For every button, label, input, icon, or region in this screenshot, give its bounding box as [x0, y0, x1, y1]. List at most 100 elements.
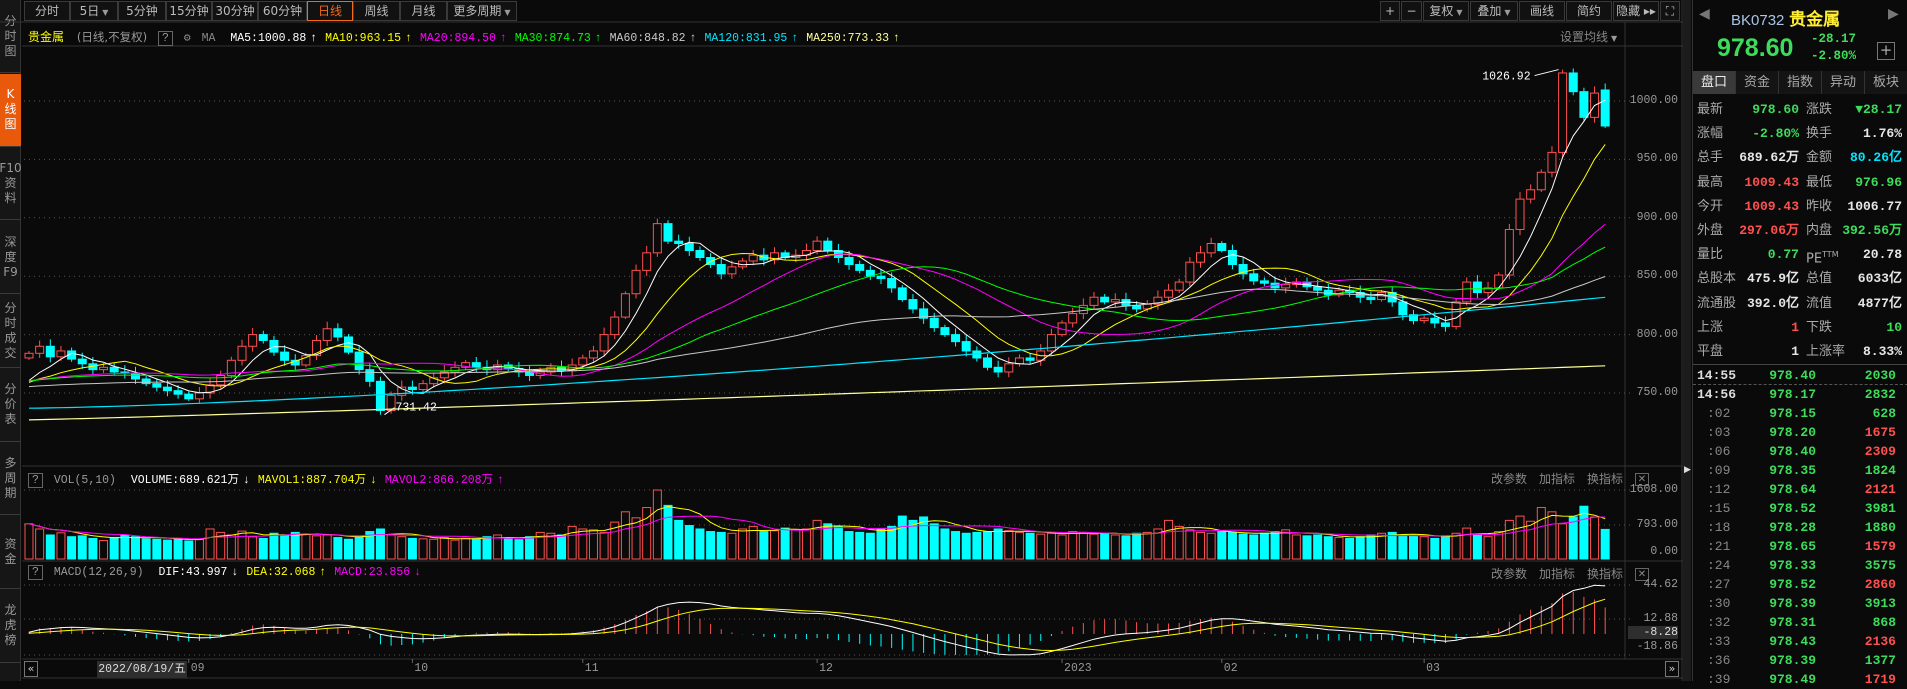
volume-bar — [1164, 519, 1174, 560]
stat-label-text: 下跌 — [1806, 319, 1833, 335]
volume-bar — [567, 525, 577, 560]
volume-bar — [386, 534, 396, 560]
ma60-line — [28, 276, 1606, 388]
stat-label: 下跌 — [1806, 316, 1832, 340]
candle-body-up — [1536, 171, 1546, 191]
stat-label-text: 昨收 — [1806, 198, 1833, 214]
tick-volume: 2832 — [1864, 387, 1896, 402]
stat-label: 涨跌 — [1806, 98, 1832, 122]
candle — [833, 243, 843, 263]
tick-volume: 1675 — [1864, 425, 1896, 440]
month-label: 11 — [584, 662, 599, 675]
stat-label-text: 最低 — [1806, 174, 1833, 190]
scroll-right-button[interactable]: » — [1665, 661, 1679, 677]
candle — [1504, 223, 1514, 280]
candle-body-up — [24, 352, 34, 359]
scroll-left-button[interactable]: « — [24, 661, 38, 677]
volume-bar — [152, 538, 162, 560]
add-indicator-button[interactable]: 加指标 — [1539, 472, 1575, 486]
candle — [1526, 184, 1536, 204]
candle-body-up — [1078, 304, 1088, 315]
tick-volume: 3575 — [1864, 558, 1896, 573]
volume-bar — [684, 525, 694, 560]
candle — [258, 330, 268, 344]
candle — [1281, 277, 1291, 294]
collapse-arrow-icon[interactable]: ▶ — [1684, 465, 1691, 475]
tick-volume: 2309 — [1864, 444, 1896, 459]
volume-bar — [344, 538, 353, 560]
quote-panel: ◀ ▶ BK0732 贵金属 978.60 -28.17 -2.80% + 盘口… — [1692, 0, 1907, 687]
tick-price: 978.49 — [1769, 672, 1816, 687]
volume-bar — [1377, 532, 1387, 560]
prev-security-icon[interactable]: ◀ — [1699, 6, 1710, 22]
tab-index[interactable]: 指数 — [1779, 71, 1822, 94]
security-name: 贵金属 — [1789, 10, 1841, 30]
tick-row: :02 978.15 628 — [1693, 404, 1907, 423]
tab-sector[interactable]: 板块 — [1865, 71, 1907, 94]
volume-bar — [801, 528, 811, 560]
stat-value: 4877亿 — [1857, 295, 1902, 311]
candle-body-down — [1227, 250, 1237, 266]
candle — [269, 335, 279, 356]
candle — [141, 375, 151, 387]
switch-indicator-button[interactable]: 换指标 — [1587, 567, 1623, 581]
tick-volume: 3913 — [1864, 596, 1896, 611]
tab-movement[interactable]: 异动 — [1822, 71, 1865, 94]
candle — [1323, 283, 1333, 300]
trend-arrow-icon: ↑ — [791, 32, 799, 45]
volume-bar — [269, 532, 279, 560]
candle-body-up — [1206, 242, 1216, 254]
candle — [695, 246, 705, 261]
switch-indicator-button[interactable]: 换指标 — [1587, 472, 1623, 486]
volume-bar — [578, 528, 588, 560]
add-indicator-button[interactable]: 加指标 — [1539, 567, 1575, 581]
vol-help-icon[interactable]: ? — [28, 473, 43, 488]
volume-bar — [727, 532, 737, 560]
volume-bar — [674, 519, 684, 560]
volume-bar — [1121, 535, 1131, 560]
candle-body-down — [940, 327, 950, 336]
gear-icon[interactable]: ⚙ — [184, 32, 191, 45]
candle — [1547, 146, 1557, 178]
candle-body-down — [908, 299, 918, 310]
stat-value: 80.26亿 — [1849, 150, 1902, 166]
tick-price: 978.17 — [1769, 387, 1816, 402]
tick-volume: 628 — [1872, 406, 1896, 421]
macd-header: ? MACD(12,26,9) DIF:43.997 ↓ DEA:32.068 ↑ MA… — [28, 565, 421, 580]
indicator-value: VOLUME:689.621万 — [130, 474, 239, 487]
volume-bar — [759, 531, 769, 560]
volume-bar — [1259, 532, 1269, 560]
tick-row: :30 978.39 3913 — [1693, 594, 1907, 613]
volume-bar — [1110, 534, 1120, 560]
tick-time: :33 — [1707, 634, 1731, 649]
tab-capital[interactable]: 资金 — [1736, 71, 1779, 94]
next-security-icon[interactable]: ▶ — [1888, 6, 1899, 22]
edit-params-button[interactable]: 改参数 — [1491, 472, 1527, 486]
pct-change: -2.80% — [1811, 49, 1857, 63]
help-icon[interactable]: ? — [157, 31, 173, 46]
add-watchlist-button[interactable]: + — [1877, 42, 1895, 60]
ma-settings-button[interactable]: 设置均线 ▼ — [1560, 28, 1617, 45]
stat-value: 392.56万 — [1842, 223, 1902, 238]
volume-bar — [194, 538, 204, 560]
volume-bar — [897, 515, 907, 560]
candle-body-up — [1174, 281, 1184, 291]
volume-bar — [141, 538, 151, 560]
candle — [1217, 241, 1227, 253]
volume-bar — [706, 531, 716, 560]
macd-help-icon[interactable]: ? — [28, 565, 43, 580]
candle-body-down — [407, 386, 417, 390]
candle-body-up — [1185, 261, 1195, 283]
macd-pane-tools: 改参数 加指标 换指标 ✕ — [1479, 565, 1649, 582]
macd-values: DIF:43.997 ↓ DEA:32.068 ↑ MACD:23.856 ↓ — [150, 566, 421, 579]
volume-bar — [748, 525, 758, 560]
candle — [120, 365, 130, 379]
volume-bar — [1323, 536, 1333, 560]
panel-splitter[interactable]: ▶ — [1683, 0, 1691, 681]
indicator-value: MA20:894.50 — [420, 32, 496, 45]
volume-bar — [1440, 535, 1450, 560]
edit-params-button[interactable]: 改参数 — [1491, 567, 1527, 581]
tab-handicap[interactable]: 盘口 — [1693, 71, 1736, 94]
candle — [993, 360, 1003, 378]
tick-volume: 2860 — [1864, 577, 1896, 592]
